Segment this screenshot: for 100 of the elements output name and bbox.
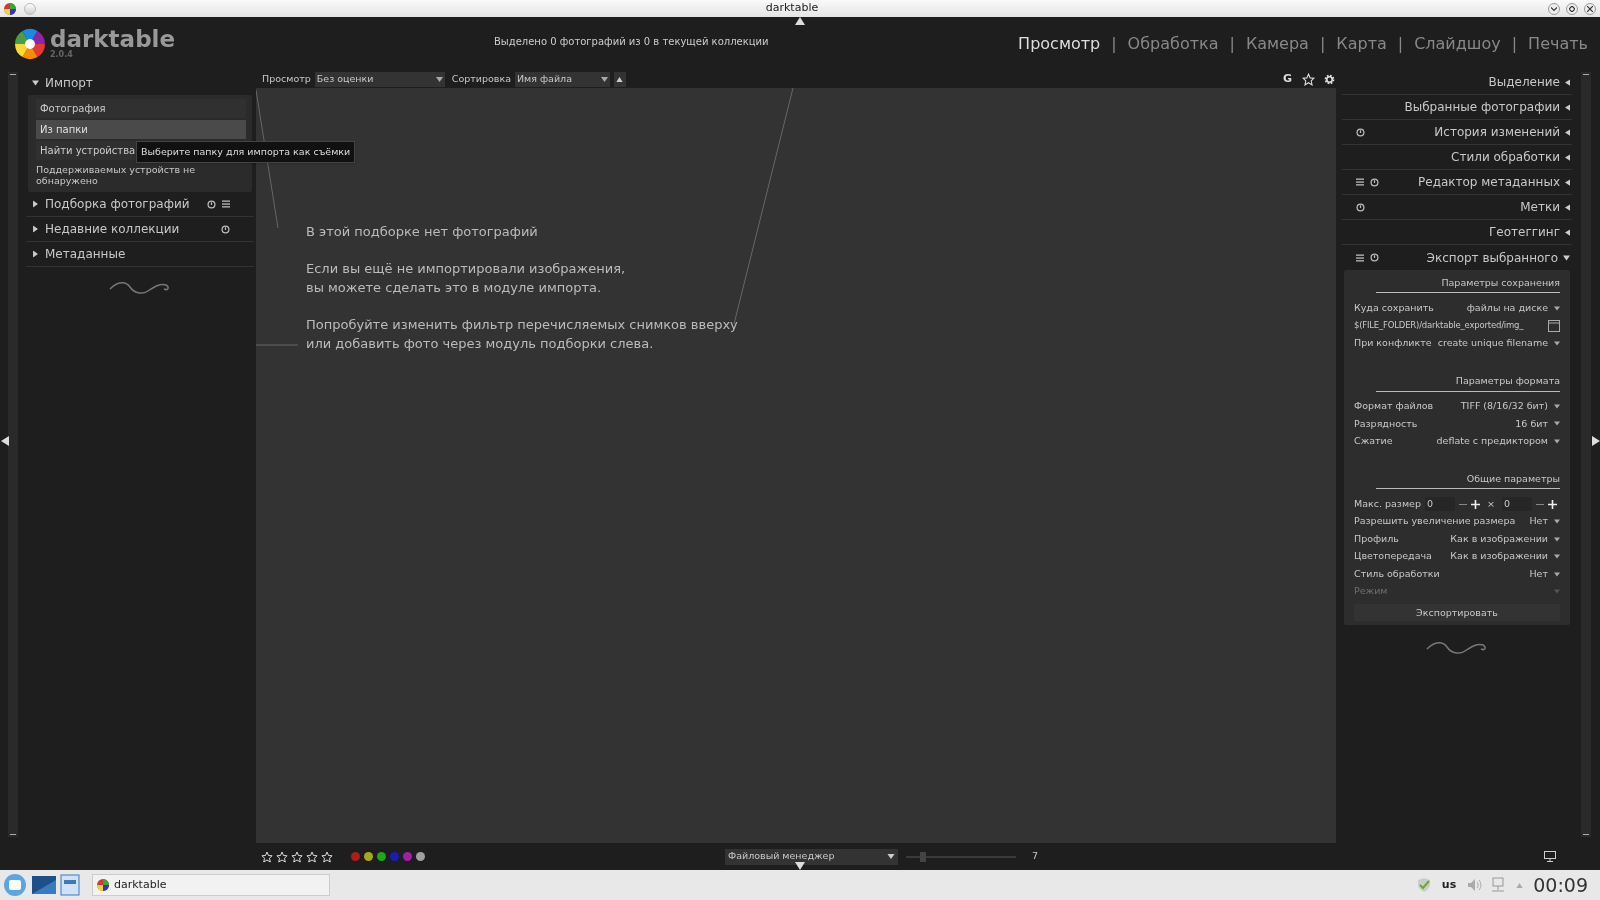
view-tab[interactable]: Камера — [1245, 31, 1309, 56]
module-header[interactable]: История изменений — [1342, 120, 1572, 145]
monitor-icon[interactable] — [1544, 851, 1556, 862]
expand-arrow-icon[interactable] — [1565, 128, 1570, 136]
app-version: 2.0.4 — [50, 51, 74, 59]
module-header[interactable]: Геотеггинг — [1342, 220, 1572, 245]
module-header[interactable]: Метки — [1342, 195, 1572, 220]
folder-browse-icon[interactable] — [1548, 319, 1560, 332]
option-label: Разрешить увеличение размера — [1354, 514, 1517, 529]
reset-icon[interactable] — [1356, 202, 1365, 212]
export-option-row[interactable]: Разрешить увеличение размера Нет — [1354, 512, 1560, 531]
expand-arrow-icon[interactable] — [1565, 78, 1570, 86]
option-value: Как в изображении — [1450, 531, 1548, 546]
mint-menu-icon[interactable] — [2, 872, 28, 898]
taskbar-app-button[interactable]: darktable — [92, 874, 330, 896]
presets-icon[interactable] — [1356, 253, 1364, 262]
expand-arrow-icon[interactable] — [1565, 153, 1570, 161]
view-separator: | — [1229, 32, 1235, 55]
caret-icon — [32, 79, 39, 86]
shield-check-icon[interactable] — [1415, 877, 1432, 893]
plus-icon[interactable] — [1470, 499, 1480, 509]
export-button[interactable]: Экспортировать — [1354, 604, 1560, 622]
expand-arrow-icon[interactable] — [1565, 228, 1570, 236]
presets-icon[interactable] — [222, 200, 230, 208]
star-icon[interactable] — [321, 850, 333, 863]
expand-arrow-icon[interactable] — [1565, 203, 1570, 211]
export-option-row[interactable]: Формат файлов TIFF (8/16/32 бит) — [1354, 397, 1560, 415]
expand-arrow-icon[interactable] — [1565, 178, 1570, 186]
expand-arrow-icon[interactable] — [1565, 103, 1570, 111]
clock[interactable]: 00:09 — [1533, 870, 1588, 900]
height-field[interactable]: 0 — [1501, 496, 1532, 512]
module-header[interactable]: Стили обработки — [1342, 145, 1572, 170]
file-manager-icon[interactable] — [60, 874, 80, 896]
caret-icon — [1563, 254, 1570, 261]
view-tab[interactable]: Печать — [1528, 31, 1588, 56]
module-header[interactable]: Экспорт выбранного — [1342, 245, 1572, 270]
view-tab[interactable]: Просмотр — [1018, 31, 1101, 56]
module-header[interactable]: Недавние коллекции — [26, 217, 254, 242]
module-header[interactable]: Выделение — [1342, 70, 1572, 95]
presets-icon[interactable] — [1356, 178, 1364, 186]
scrollbar[interactable] — [8, 72, 18, 837]
close-button[interactable] — [1584, 2, 1596, 15]
option-label: При конфликте — [1354, 336, 1433, 351]
module-header[interactable]: Подборка фотографий — [26, 192, 254, 217]
import-button[interactable]: Фотография — [36, 99, 246, 118]
star-rating[interactable] — [261, 850, 333, 863]
minus-icon[interactable] — [1458, 503, 1467, 505]
option-label: Формат файлов — [1354, 399, 1435, 414]
width-field[interactable]: 0 — [1424, 496, 1455, 512]
export-option-row[interactable]: При конфликте create unique filename — [1354, 334, 1560, 353]
rating-filter-dropdown[interactable]: Без оценки — [314, 71, 445, 87]
import-button[interactable]: Из папки — [36, 120, 246, 139]
star-icon[interactable] — [276, 850, 288, 863]
reset-icon[interactable] — [1370, 177, 1379, 187]
reset-icon[interactable] — [1370, 253, 1379, 262]
sort-ascending-icon[interactable] — [616, 76, 624, 82]
module-header[interactable]: Редактор метаданных — [1342, 170, 1572, 195]
module-header[interactable]: Выбранные фотографии — [1342, 95, 1572, 120]
scrollbar[interactable] — [1581, 72, 1591, 837]
star-icon[interactable] — [261, 850, 273, 863]
reset-icon[interactable] — [207, 199, 216, 209]
module-title: Недавние коллекции — [45, 221, 181, 238]
import-button[interactable]: Найти устройства — [36, 141, 136, 160]
settings-icon[interactable] — [1323, 72, 1336, 86]
export-option-row[interactable]: Сжатие deflate с предиктором — [1354, 432, 1560, 450]
maximize-button[interactable] — [1566, 2, 1578, 15]
device-note: Поддерживаемых устройств не обнаружено — [36, 163, 197, 188]
export-option-row[interactable]: Разрядность 16 бит — [1354, 415, 1560, 433]
option-label: Стиль обработки — [1354, 566, 1441, 581]
module-header[interactable]: Импорт — [26, 70, 254, 95]
collapse-top-icon[interactable] — [794, 17, 806, 25]
star-icon[interactable] — [306, 850, 318, 863]
view-tab[interactable]: Карта — [1336, 31, 1387, 56]
view-tab[interactable]: Слайдшоу — [1414, 31, 1501, 56]
export-option-row[interactable]: Куда сохранить файлы на диске — [1354, 299, 1560, 317]
plus-icon[interactable] — [1547, 499, 1557, 509]
caret-icon — [1554, 519, 1560, 524]
caret-icon — [600, 76, 608, 82]
module-header[interactable]: Метаданные — [26, 242, 254, 267]
slider-thumb[interactable] — [919, 851, 926, 862]
export-option-row[interactable]: Стиль обработки Нет — [1354, 565, 1560, 583]
keyboard-layout[interactable]: us — [1441, 876, 1457, 894]
view-tab[interactable]: Обработка — [1127, 31, 1219, 56]
star-icon[interactable] — [291, 850, 303, 863]
reset-icon[interactable] — [1356, 127, 1365, 137]
minus-icon[interactable] — [1535, 503, 1544, 505]
minimize-button[interactable] — [1548, 2, 1560, 15]
times-sign: × — [1486, 496, 1495, 511]
sort-dropdown[interactable]: Имя файла — [514, 71, 610, 87]
sort-order-button[interactable] — [613, 71, 626, 87]
star-icon[interactable] — [1302, 72, 1315, 86]
layout-dropdown[interactable]: Файловый менеджер — [725, 848, 898, 865]
option-label: Режим — [1354, 584, 1389, 599]
export-option-row[interactable]: Цветопередача Как в изображении — [1354, 547, 1560, 566]
export-option-row[interactable]: Профиль Как в изображении — [1354, 530, 1560, 548]
grouping-button[interactable]: G — [1282, 70, 1292, 88]
reset-icon[interactable] — [221, 224, 230, 234]
path-field[interactable]: $(FILE_FOLDER)/darktable_exported/img_ — [1354, 319, 1542, 333]
caret-icon — [1554, 403, 1560, 409]
collapse-bottom-icon[interactable] — [794, 862, 806, 870]
